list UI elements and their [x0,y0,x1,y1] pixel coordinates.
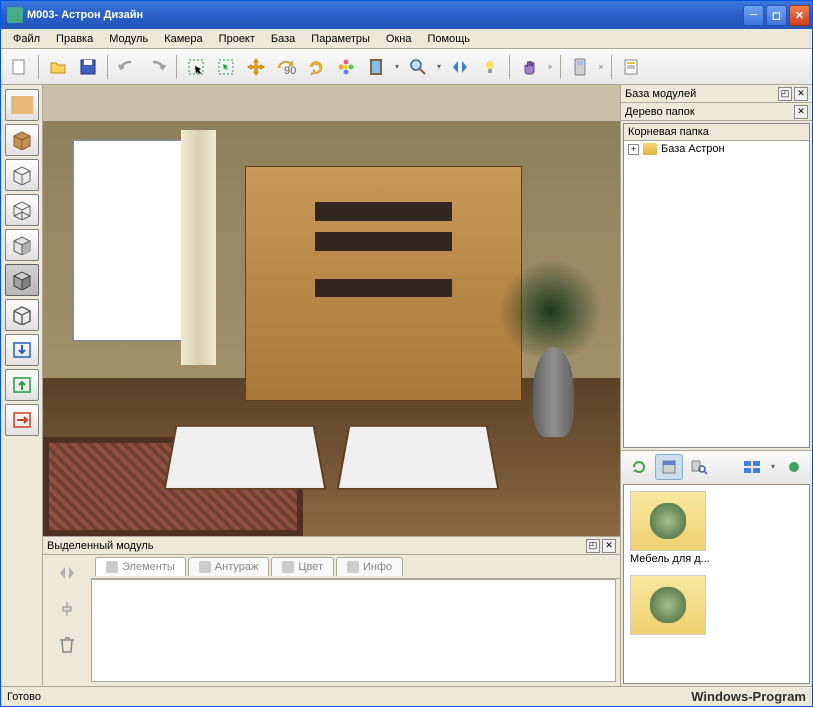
menu-windows[interactable]: Окна [378,31,420,47]
palette-icon [282,561,294,573]
dropdown-icon[interactable]: ▾ [392,62,402,71]
menubar: Файл Правка Модуль Камера Проект База Па… [1,29,812,49]
refresh-button[interactable] [625,454,653,480]
3d-viewport[interactable] [43,85,620,536]
thumbnail-item[interactable] [630,575,710,635]
zoom-button[interactable] [404,53,432,81]
minimize-button[interactable]: ─ [743,5,764,26]
panel-dock-icon[interactable]: ◰ [778,87,792,101]
select-button[interactable] [182,53,210,81]
panel-close-icon[interactable]: ✕ [794,105,808,119]
menu-help[interactable]: Помощь [419,31,478,47]
panel-title: Выделенный модуль [47,540,584,552]
main-toolbar: 90 ▾ ▾ » » [1,49,812,85]
tab-elements[interactable]: Элементы [95,557,186,576]
menu-module[interactable]: Модуль [101,31,156,47]
close-button[interactable]: ✕ [789,5,810,26]
layout-button[interactable] [738,454,766,480]
folder-tree[interactable]: Корневая папка + База Астрон [623,123,810,448]
view-button[interactable] [655,454,683,480]
grid-icon [106,561,118,573]
select-add-button[interactable] [212,53,240,81]
tree-node[interactable]: + База Астрон [624,141,809,157]
box-wire-tool[interactable] [5,159,39,191]
menu-edit[interactable]: Правка [48,31,101,47]
tab-info[interactable]: Инфо [336,557,403,576]
modules-panel: База модулей ◰ ✕ Дерево папок ✕ Корневая… [620,85,812,686]
statusbar: Готово Windows-Program [1,686,812,706]
leaf-icon [650,503,686,539]
thumbnail-area[interactable]: Мебель для д... [623,484,810,684]
tree-node-label: База Астрон [661,143,725,155]
folder-icon [643,143,657,155]
menu-base[interactable]: База [263,31,303,47]
move-button[interactable] [242,53,270,81]
thumbnail-item[interactable]: Мебель для д... [630,491,710,565]
page-button[interactable] [617,53,645,81]
left-toolbar [1,85,43,686]
panel-close-icon[interactable]: ✕ [794,87,808,101]
tree-root-label: Корневая папка [624,124,809,141]
undo-button[interactable] [113,53,141,81]
dropdown-icon[interactable]: ▾ [434,62,444,71]
tab-color[interactable]: Цвет [271,557,334,576]
flip-button[interactable] [446,53,474,81]
flip-icon[interactable] [55,561,79,585]
panel-dock-icon[interactable]: ◰ [586,539,600,553]
status-text: Готово [7,691,691,703]
modules-toolbar: ▾ [621,450,812,482]
selected-module-panel: Выделенный модуль ◰ ✕ Элементы Антураж Ц… [43,536,620,686]
menu-params[interactable]: Параметры [303,31,378,47]
box-shaded-tool[interactable] [5,229,39,261]
next-tool[interactable] [5,404,39,436]
more-icon[interactable]: » [596,62,606,71]
dropdown-icon[interactable]: ▾ [768,462,778,471]
flower-button[interactable] [332,53,360,81]
tab-entourage[interactable]: Антураж [188,557,270,576]
panel-close-icon[interactable]: ✕ [602,539,616,553]
save-button[interactable] [74,53,102,81]
rotate90-button[interactable]: 90 [272,53,300,81]
modules-title: База модулей [625,88,776,100]
iso-tool[interactable] [5,299,39,331]
slider-icon[interactable] [55,597,79,621]
thumbnail-label: Мебель для д... [630,551,710,565]
expand-icon[interactable]: + [628,144,639,155]
maximize-button[interactable]: ◻ [766,5,787,26]
trash-icon[interactable] [55,633,79,657]
watermark: Windows-Program [691,689,806,704]
titlebar: M003- Астрон Дизайн ─ ◻ ✕ [1,1,812,29]
settings-button[interactable] [780,454,808,480]
redo-button[interactable] [143,53,171,81]
import-tool[interactable] [5,334,39,366]
rotate-button[interactable] [302,53,330,81]
tree-title: Дерево папок [625,106,792,118]
box-solid-tool[interactable] [5,124,39,156]
menu-camera[interactable]: Камера [156,31,210,47]
tab-content [91,579,616,682]
phone-button[interactable] [566,53,594,81]
mirror-button[interactable] [362,53,390,81]
hand-button[interactable] [515,53,543,81]
leaf-icon [650,587,686,623]
info-icon [347,561,359,573]
window-title: M003- Астрон Дизайн [27,9,743,21]
box-wire2-tool[interactable] [5,194,39,226]
menu-project[interactable]: Проект [211,31,263,47]
more-icon[interactable]: » [545,62,555,71]
search-button[interactable] [685,454,713,480]
app-icon [7,7,23,23]
star-icon [199,561,211,573]
svg-text:90: 90 [284,65,296,76]
menu-file[interactable]: Файл [5,31,48,47]
new-button[interactable] [5,53,33,81]
export-tool[interactable] [5,369,39,401]
open-button[interactable] [44,53,72,81]
light-button[interactable] [476,53,504,81]
edge-tool[interactable] [5,264,39,296]
texture-tool[interactable] [5,89,39,121]
